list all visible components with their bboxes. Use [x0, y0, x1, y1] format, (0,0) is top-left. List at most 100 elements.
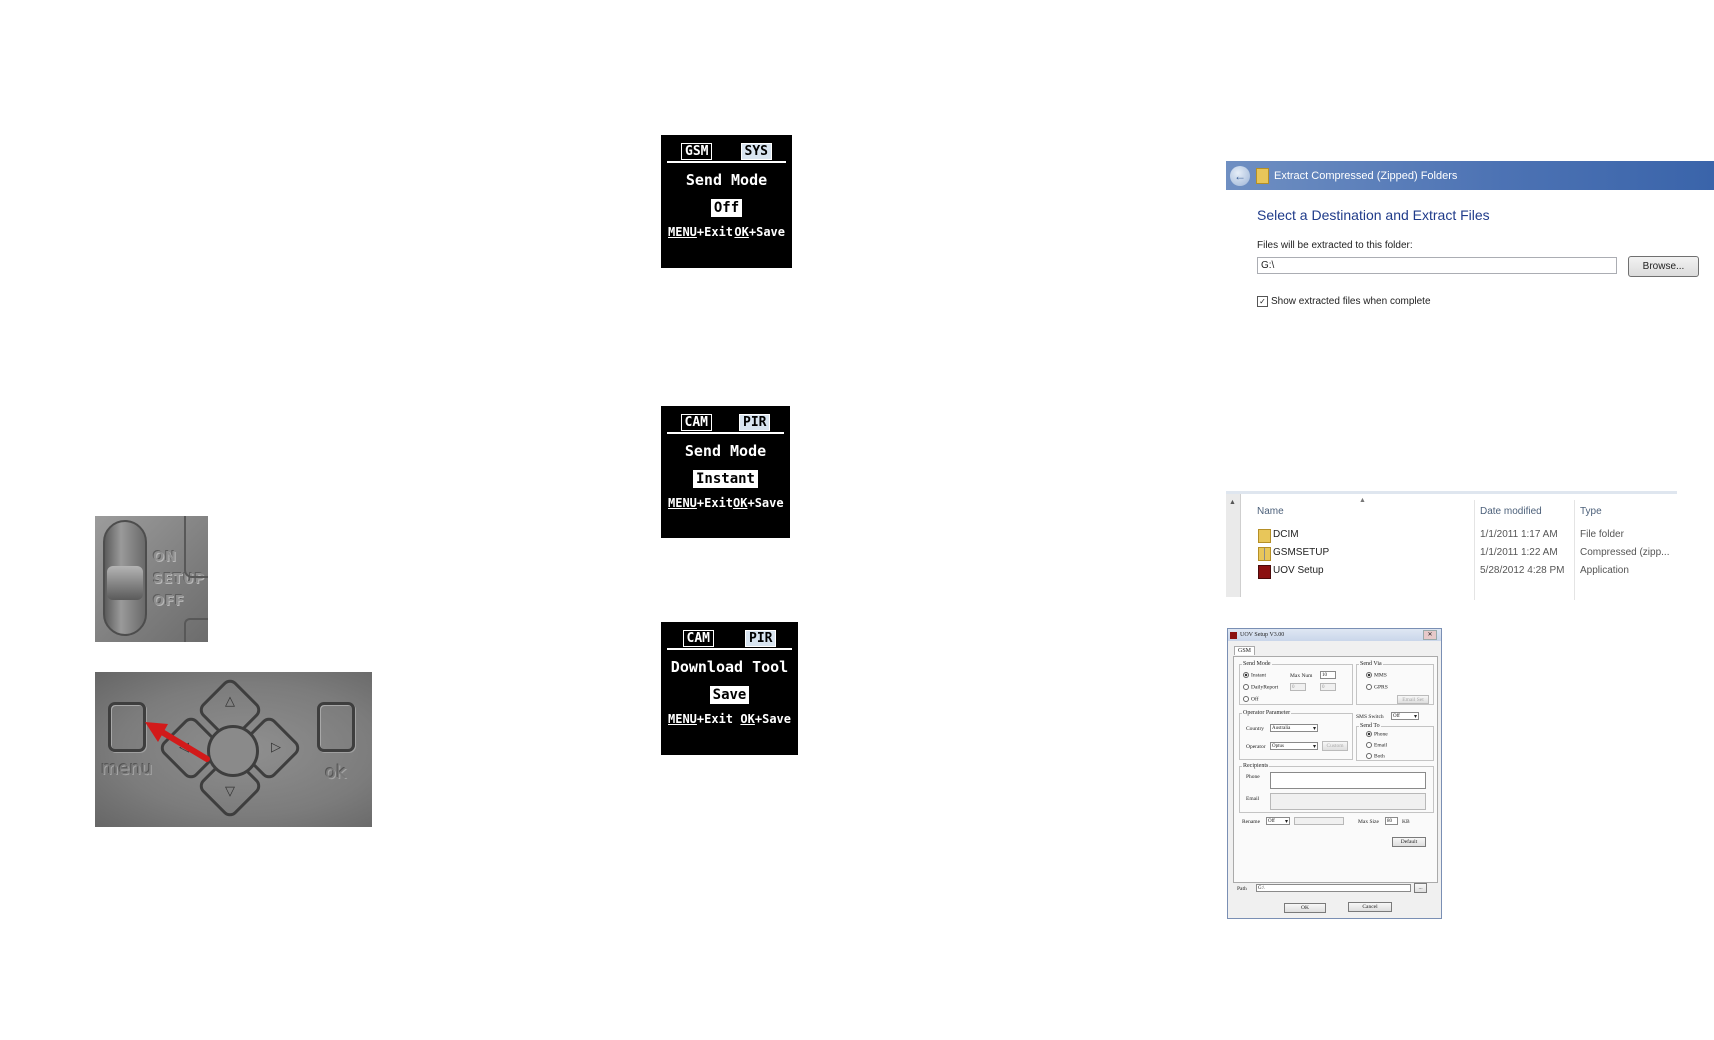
phone-label: Phone [1246, 774, 1260, 780]
show-files-label: Show extracted files when complete [1271, 296, 1431, 307]
file-list: ▲ ▲ Name Date modified Type DCIM 1/1/201… [1226, 491, 1677, 600]
switch-label-off: OFF [153, 594, 185, 609]
file-name: UOV Setup [1273, 565, 1324, 576]
extract-path-input[interactable]: G:\ [1257, 257, 1617, 274]
browse-button[interactable]: Browse... [1628, 256, 1699, 277]
extract-heading: Select a Destination and Extract Files [1257, 207, 1490, 223]
rename-select[interactable]: Off [1266, 817, 1290, 825]
send-mode-legend: Send Mode [1243, 661, 1271, 667]
radio-icon[interactable] [1243, 684, 1249, 690]
switch-knob [107, 566, 143, 600]
email-label: Email [1246, 796, 1260, 802]
radio-mms[interactable]: MMS [1366, 672, 1387, 678]
lcd-menu-key: MENU [668, 712, 697, 726]
close-icon[interactable]: ✕ [1423, 630, 1437, 640]
sms-switch-select[interactable]: Off [1391, 712, 1419, 720]
show-files-checkbox[interactable]: ✓ Show extracted files when complete [1257, 296, 1431, 307]
radio-phone-label: Phone [1374, 731, 1388, 738]
operator-select[interactable]: Optus [1270, 742, 1318, 750]
max-num-input[interactable]: 10 [1320, 671, 1336, 679]
daily-hour-input[interactable]: 0 [1290, 683, 1306, 691]
send-to-group: Send To Phone Email Both [1356, 723, 1434, 761]
radio-icon[interactable] [1366, 684, 1372, 690]
app-icon [1258, 565, 1271, 579]
scroll-up-icon[interactable]: ▲ [1229, 499, 1236, 506]
lcd-tab: CAM [682, 630, 714, 647]
lcd-exit-action: +Exit [696, 712, 734, 726]
checkmark-icon[interactable]: ✓ [1257, 296, 1268, 307]
zip-folder-icon [1258, 547, 1271, 561]
radio-gprs-label: GPRS [1374, 684, 1388, 691]
file-row[interactable]: DCIM 1/1/2011 1:17 AM File folder [1226, 527, 1677, 545]
operator-label: Operator [1246, 744, 1266, 750]
radio-both-label: Both [1374, 753, 1385, 760]
radio-icon[interactable] [1366, 672, 1372, 678]
lcd-title: Send Mode [685, 171, 768, 189]
radio-mms-label: MMS [1374, 672, 1387, 679]
lcd-tab-active: SYS [740, 143, 772, 160]
file-name: GSMSETUP [1273, 547, 1330, 558]
radio-off[interactable]: Off [1243, 696, 1259, 702]
path-input[interactable]: G:\ [1256, 884, 1411, 892]
max-size-label: Max Size [1358, 819, 1379, 825]
radio-icon[interactable] [1366, 742, 1372, 748]
operator-group: Operator Parameter Country Australia Ope… [1239, 710, 1353, 760]
radio-gprs[interactable]: GPRS [1366, 684, 1388, 690]
max-size-input[interactable]: 80 [1385, 817, 1398, 825]
radio-email[interactable]: Email [1366, 742, 1387, 748]
rename-input[interactable] [1294, 817, 1344, 825]
column-header-date[interactable]: Date modified [1480, 506, 1542, 517]
lcd-tab-active: PIR [745, 630, 777, 647]
extract-dialog: ← Extract Compressed (Zipped) Folders Se… [1226, 161, 1714, 318]
uov-setup-dialog: UOV Setup V3.00 ✕ GSM Send Mode Instant … [1227, 628, 1442, 919]
radio-icon[interactable] [1243, 696, 1249, 702]
sms-switch-label: SMS Switch [1356, 714, 1384, 720]
lcd-screen-gsm-send-mode: GSM SYS Send Mode Off MENU+Exit OK+Save [661, 135, 792, 268]
file-type: File folder [1580, 529, 1624, 540]
email-input[interactable] [1270, 793, 1426, 810]
lcd-save-action: +Save [748, 225, 785, 239]
file-row[interactable]: UOV Setup 5/28/2012 4:28 PM Application [1226, 563, 1677, 581]
cancel-button[interactable]: Cancel [1348, 902, 1392, 912]
email-set-button[interactable]: Email Set [1397, 695, 1429, 704]
default-button[interactable]: Default [1392, 837, 1426, 847]
radio-phone[interactable]: Phone [1366, 731, 1388, 737]
file-date: 5/28/2012 4:28 PM [1480, 565, 1565, 576]
send-to-legend: Send To [1360, 723, 1380, 729]
mode-switch-photo: ON SETUP OFF [95, 516, 208, 642]
lcd-ok-key: OK [734, 225, 749, 239]
lcd-tab: CAM [680, 414, 712, 431]
daily-minute-input[interactable]: 0 [1320, 683, 1336, 691]
file-date: 1/1/2011 1:22 AM [1480, 547, 1558, 558]
app-icon [1230, 631, 1237, 639]
send-via-legend: Send Via [1360, 661, 1382, 667]
radio-icon[interactable] [1366, 753, 1372, 759]
max-size-unit: KB [1402, 819, 1410, 825]
radio-icon[interactable] [1366, 731, 1372, 737]
keypad-photo: menu ok △ ▽ ▷ ◁ [95, 672, 372, 827]
extract-title: Extract Compressed (Zipped) Folders [1274, 169, 1458, 182]
custom-button[interactable]: Custom [1322, 741, 1348, 751]
extract-titlebar: ← Extract Compressed (Zipped) Folders [1226, 161, 1714, 190]
lcd-ok-key: OK [733, 496, 748, 510]
bezel-edge [184, 516, 208, 578]
file-type: Application [1580, 565, 1629, 576]
radio-daily-report[interactable]: DailyReport [1243, 684, 1278, 690]
phone-input[interactable] [1270, 772, 1426, 789]
radio-both[interactable]: Both [1366, 753, 1385, 759]
tab-gsm[interactable]: GSM [1234, 646, 1256, 655]
path-browse-button[interactable]: ... [1414, 883, 1427, 893]
column-header-name[interactable]: Name [1257, 506, 1284, 517]
radio-instant[interactable]: Instant [1243, 672, 1266, 678]
column-header-type[interactable]: Type [1580, 506, 1602, 517]
bezel-edge-lower [184, 618, 208, 642]
radio-icon[interactable] [1243, 672, 1249, 678]
country-label: Country [1246, 726, 1265, 732]
red-pointer-arrow-icon [145, 722, 210, 762]
country-select[interactable]: Australia [1270, 724, 1318, 732]
send-via-group: Send Via MMS GPRS Email Set [1356, 661, 1434, 705]
ok-button[interactable]: OK [1284, 903, 1326, 913]
back-arrow-icon[interactable]: ← [1230, 165, 1250, 186]
radio-daily-report-label: DailyReport [1251, 684, 1279, 691]
file-row[interactable]: GSMSETUP 1/1/2011 1:22 AM Compressed (zi… [1226, 545, 1677, 563]
